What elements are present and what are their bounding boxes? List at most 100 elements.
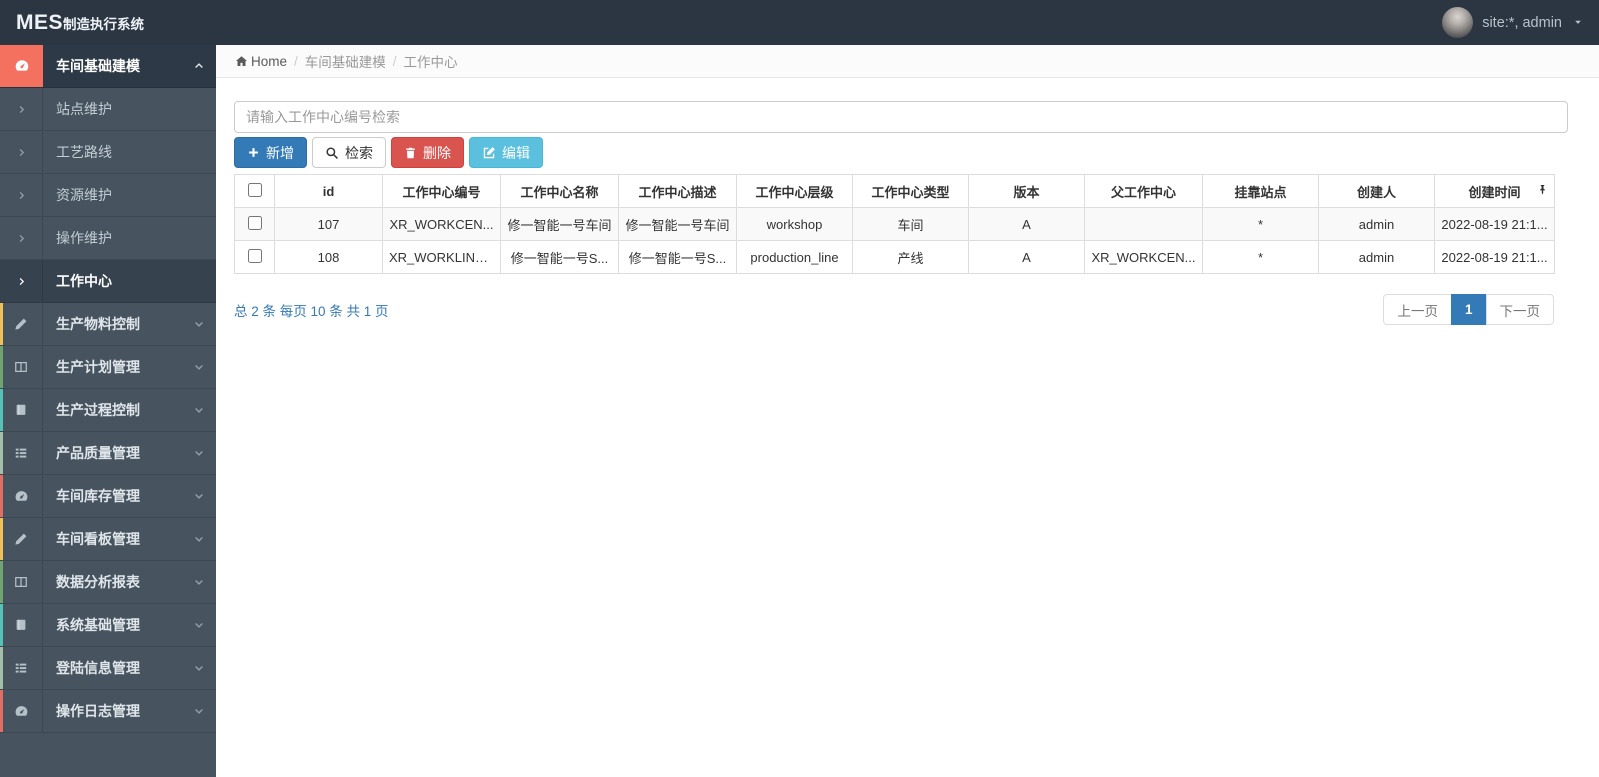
sidebar-group-operation-log-management[interactable]: 操作日志管理 [0,690,216,733]
breadcrumb-item-module[interactable]: 车间基础建模 [305,51,386,71]
group-color-strip [0,604,3,646]
cell-name: 修一智能一号S... [500,240,619,274]
header-code[interactable]: 工作中心编号 [382,174,501,208]
header-type[interactable]: 工作中心类型 [852,174,969,208]
sidebar-item-work-center[interactable]: 工作中心 [0,260,216,303]
sidebar-item-label: 工作中心 [56,273,112,289]
row-checkbox[interactable] [247,248,262,263]
sidebar-group-quality-management[interactable]: 产品质量管理 [0,432,216,475]
row-checkbox[interactable] [247,215,262,230]
search-button[interactable]: 检索 [312,137,386,168]
header-description[interactable]: 工作中心描述 [618,174,737,208]
chevron-down-icon [182,690,216,732]
edit-icon [483,146,495,158]
cell-level: workshop [736,207,853,241]
user-menu[interactable]: site:*, admin [1442,7,1583,38]
sidebar-group-analytics-reports[interactable]: 数据分析报表 [0,561,216,604]
cell-parent: XR_WORKCEN... [1084,240,1203,274]
caret-down-icon [1573,15,1583,31]
cell-create-time: 2022-08-19 21:1... [1434,207,1555,241]
search-button-label: 检索 [345,144,373,161]
search-input[interactable] [234,101,1568,133]
sidebar-group-login-info-management[interactable]: 登陆信息管理 [0,647,216,690]
sidebar-group-plan-management[interactable]: 生产计划管理 [0,346,216,389]
main-content: Home / 车间基础建模 / 工作中心 新增 检索 删除 编辑 [216,45,1599,777]
sidebar-group-material-control[interactable]: 生产物料控制 [0,303,216,346]
next-page-button[interactable]: 下一页 [1485,294,1554,325]
cell-name: 修一智能一号车间 [500,207,619,241]
group-color-strip [0,647,3,689]
prev-page-button[interactable]: 上一页 [1383,294,1452,325]
sidebar-item-process-route[interactable]: 工艺路线 [0,131,216,174]
group-color-strip [0,518,3,560]
select-all-checkbox[interactable] [247,182,262,197]
sidebar-group-workshop-modeling[interactable]: 车间基础建模 [0,45,216,88]
group-color-strip [0,389,3,431]
edit-button[interactable]: 编辑 [469,137,543,168]
chevron-right-icon [0,131,43,173]
sidebar-group-system-management[interactable]: 系统基础管理 [0,604,216,647]
page-1-button[interactable]: 1 [1450,294,1487,325]
header-id[interactable]: id [274,174,383,208]
sidebar-group-label: 车间看板管理 [56,531,140,547]
cell-station: * [1202,240,1319,274]
header-create-time[interactable]: 创建时间 [1434,174,1555,208]
pencil-icon [0,518,43,560]
pagination-summary: 总 2 条 每页 10 条 共 1 页 [234,303,389,319]
sidebar-group-process-control[interactable]: 生产过程控制 [0,389,216,432]
sidebar-group-label: 数据分析报表 [56,574,140,590]
sidebar-group-label: 车间基础建模 [56,58,140,74]
add-button-label: 新增 [266,144,294,161]
header-name[interactable]: 工作中心名称 [500,174,619,208]
app-brand[interactable]: MES 制造执行系统 [16,11,144,35]
pagination-row: 总 2 条 每页 10 条 共 1 页 上一页 1 下一页 [234,294,1554,325]
header-create-time-label: 创建时间 [1468,184,1521,200]
sidebar-item-label: 资源维护 [56,187,112,203]
header-creator[interactable]: 创建人 [1318,174,1435,208]
cell-creator: admin [1318,240,1435,274]
sidebar-group-label: 系统基础管理 [56,617,140,633]
breadcrumb-home[interactable]: Home [235,54,287,69]
chevron-down-icon [182,432,216,474]
delete-button[interactable]: 删除 [391,137,464,168]
pin-icon[interactable] [1537,184,1548,199]
cell-type: 产线 [852,240,969,274]
breadcrumb-home-label: Home [251,53,288,69]
sidebar-group-kanban-management[interactable]: 车间看板管理 [0,518,216,561]
sidebar: 车间基础建模 站点维护 工艺路线 资源维护 操作维护 工作中心 生产物料控制 生… [0,45,216,777]
header-parent[interactable]: 父工作中心 [1084,174,1203,208]
chevron-up-icon [182,45,216,87]
sidebar-item-resource-maintenance[interactable]: 资源维护 [0,174,216,217]
chevron-right-icon [0,174,43,216]
chevron-down-icon [182,475,216,517]
table-row[interactable]: 108 XR_WORKLINE... 修一智能一号S... 修一智能一号S...… [234,240,1555,274]
columns-icon [0,561,43,603]
avatar[interactable] [1442,7,1474,38]
header-select-all-cell [234,174,275,208]
sidebar-item-site-maintenance[interactable]: 站点维护 [0,88,216,131]
group-color-strip [0,346,3,388]
table-row[interactable]: 107 XR_WORKCEN... 修一智能一号车间 修一智能一号车间 work… [234,207,1555,241]
chevron-down-icon [182,604,216,646]
sidebar-item-operation-maintenance[interactable]: 操作维护 [0,217,216,260]
sidebar-group-label: 生产过程控制 [56,402,140,418]
trash-icon [406,147,415,158]
header-level[interactable]: 工作中心层级 [736,174,853,208]
sidebar-item-label: 操作维护 [56,230,112,246]
plus-icon [249,148,258,157]
breadcrumb-separator: / [294,53,298,69]
group-color-strip [0,561,3,603]
user-label: site:*, admin [1482,14,1562,31]
add-button[interactable]: 新增 [234,137,307,168]
list-icon [0,432,43,474]
header-version[interactable]: 版本 [968,174,1085,208]
cell-code: XR_WORKCEN... [382,207,501,241]
header-station[interactable]: 挂靠站点 [1202,174,1319,208]
sidebar-group-label: 产品质量管理 [56,445,140,461]
sidebar-group-inventory-management[interactable]: 车间库存管理 [0,475,216,518]
breadcrumb: Home / 车间基础建模 / 工作中心 [216,45,1599,78]
brand-mes-text: MES [16,10,64,34]
cell-parent [1084,207,1203,241]
pencil-icon [0,303,43,345]
book-icon [0,604,43,646]
